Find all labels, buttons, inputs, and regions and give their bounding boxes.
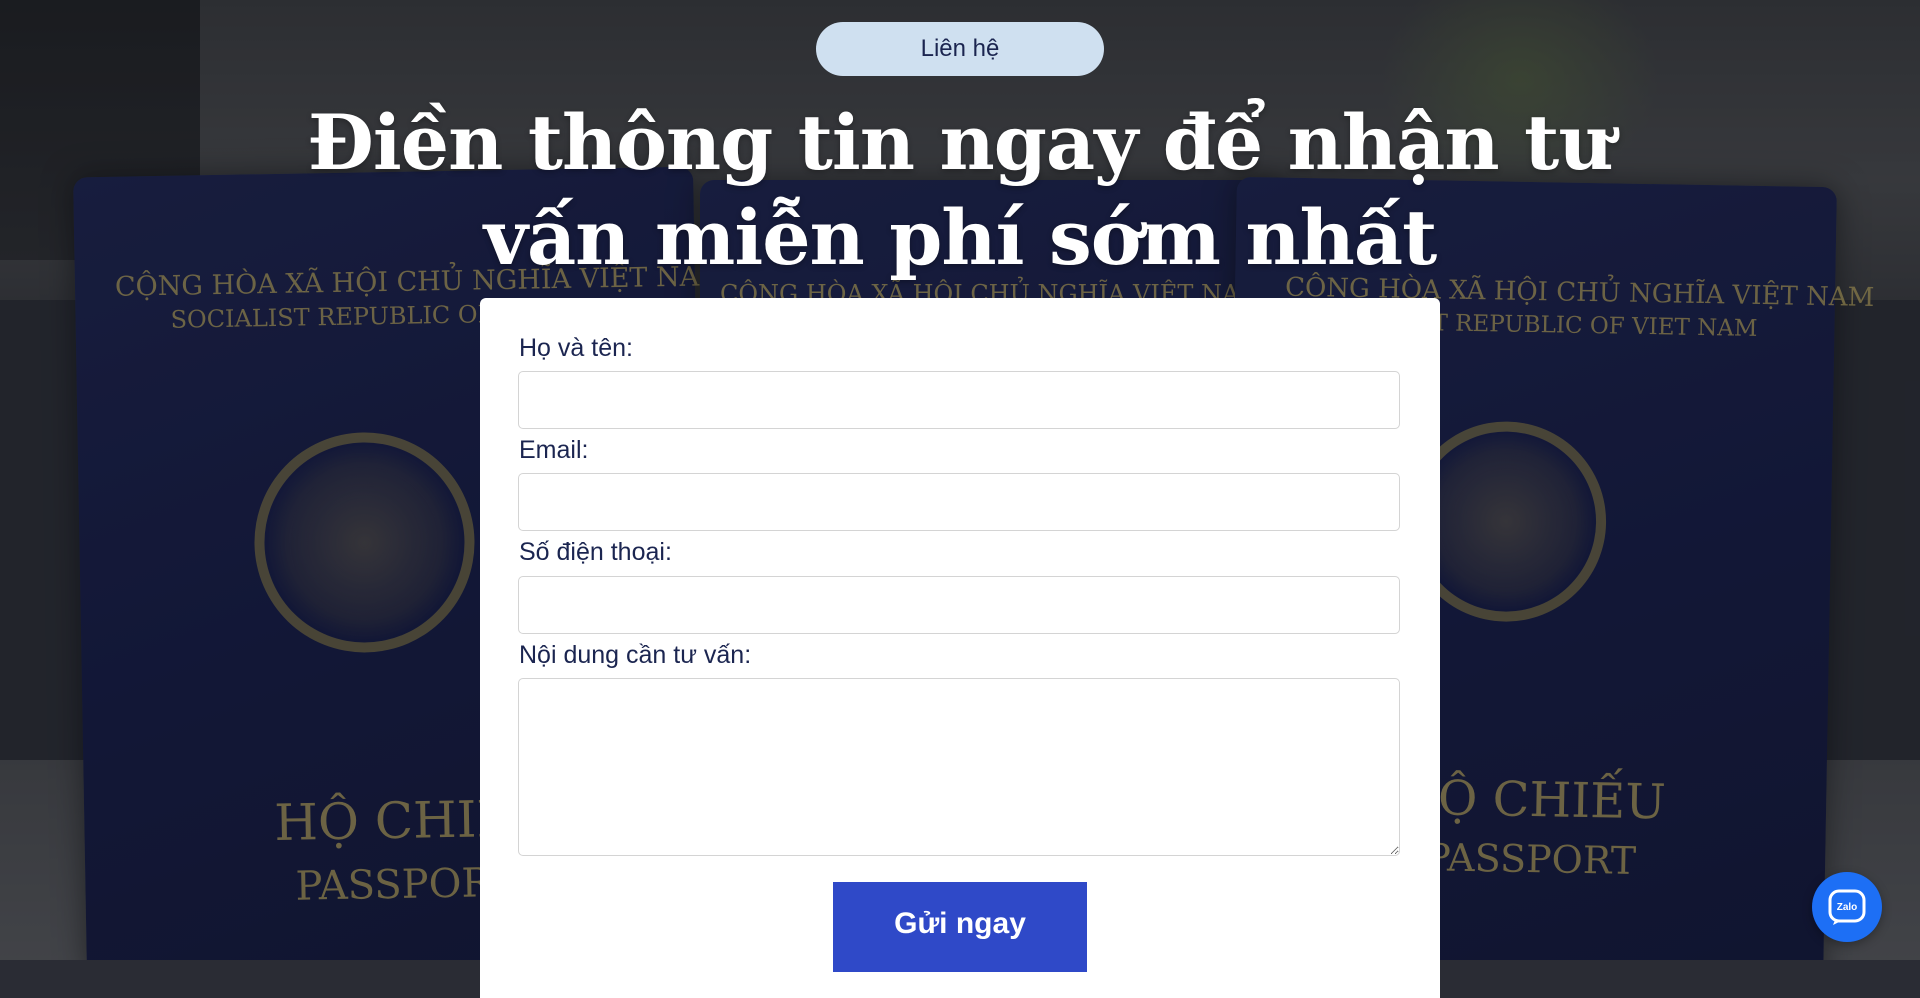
zalo-label: Zalo — [1837, 902, 1858, 913]
contact-form: Họ và tên: Email: Số điện thoại: Nội dun… — [480, 298, 1440, 998]
email-input[interactable] — [518, 473, 1400, 531]
section-headline: Điền thông tin ngay để nhận tư vấn miễn … — [300, 95, 1620, 285]
headline-line-1: Điền thông tin ngay để nhận tư — [307, 98, 1613, 187]
message-label: Nội dung cần tư vấn: — [519, 641, 752, 669]
zalo-chat-icon: Zalo — [1828, 889, 1866, 925]
name-input[interactable] — [518, 371, 1400, 429]
zalo-chat-button[interactable]: Zalo — [1812, 872, 1882, 942]
email-label: Email: — [519, 436, 589, 464]
phone-input[interactable] — [518, 576, 1400, 634]
section-pill-label: Liên hệ — [816, 22, 1104, 76]
headline-line-2: vấn miễn phí sớm nhất — [483, 193, 1437, 282]
submit-button[interactable]: Gửi ngay — [833, 882, 1087, 972]
message-textarea[interactable] — [518, 678, 1400, 856]
phone-label: Số điện thoại: — [519, 538, 672, 566]
name-label: Họ và tên: — [519, 334, 633, 362]
